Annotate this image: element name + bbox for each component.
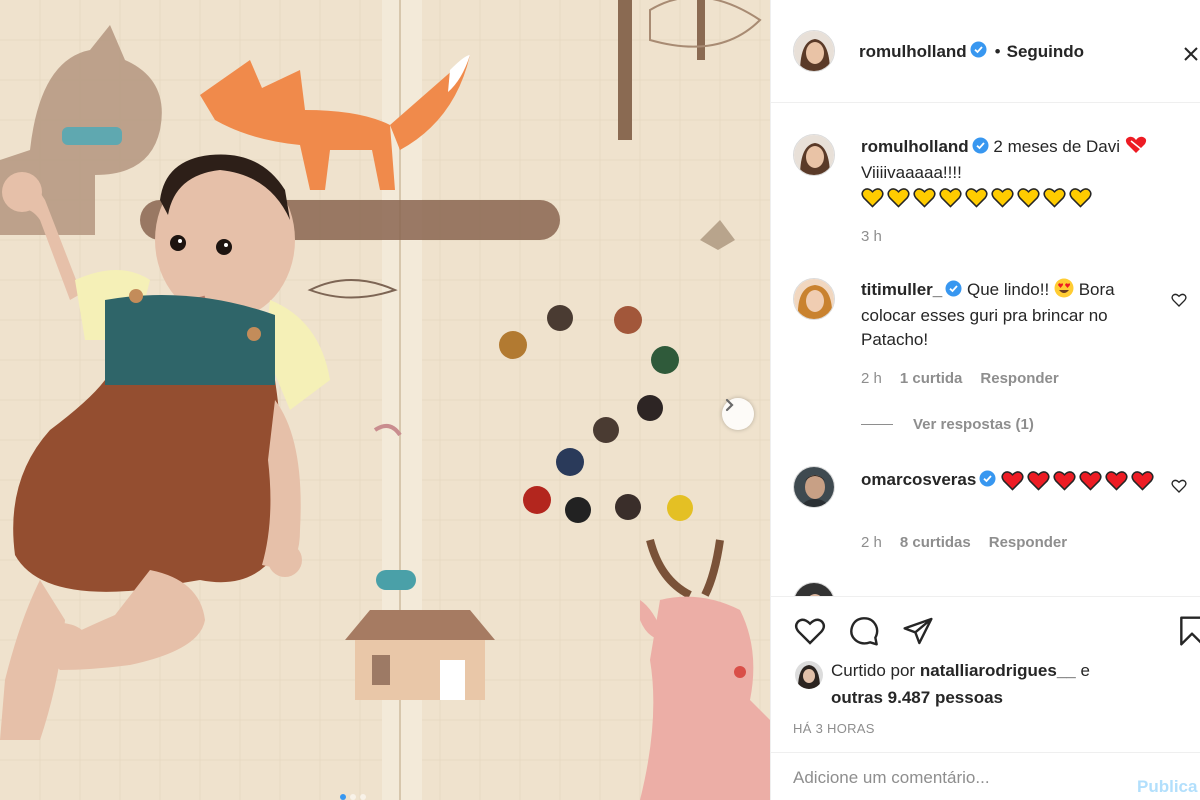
avatar-image bbox=[795, 661, 823, 689]
yellow-heart-emoji-icon bbox=[939, 188, 962, 208]
replies-divider bbox=[861, 424, 893, 425]
post-timestamp[interactable]: HÁ 3 HORAS bbox=[793, 721, 875, 736]
reply-button[interactable]: Responder bbox=[989, 534, 1067, 551]
yellow-heart-emoji-icon bbox=[913, 188, 936, 208]
publish-button[interactable]: Publica bbox=[1137, 777, 1197, 797]
red-heart-emoji-icon bbox=[1027, 471, 1050, 491]
chevron-right-icon bbox=[725, 398, 734, 412]
avatar-image bbox=[794, 583, 834, 596]
yellow-heart-emoji-icon bbox=[965, 188, 988, 208]
red-heart-emoji-icon bbox=[1001, 471, 1024, 491]
post-photo[interactable] bbox=[0, 0, 770, 800]
yellow-heart-emoji-icon bbox=[887, 188, 910, 208]
author-avatar[interactable] bbox=[793, 30, 835, 72]
heart-outline-icon bbox=[1171, 293, 1187, 307]
heart-eyes-emoji-icon bbox=[1054, 278, 1074, 298]
commenter-avatar[interactable] bbox=[793, 278, 835, 320]
speech-bubble-icon bbox=[850, 617, 879, 646]
red-hearts-emoji-row bbox=[1001, 470, 1154, 491]
red-heart-emoji-icon bbox=[1079, 471, 1102, 491]
yellow-heart-emoji-icon bbox=[861, 188, 884, 208]
like-button[interactable] bbox=[793, 615, 827, 652]
avatar-image bbox=[794, 279, 834, 319]
header-separator: • bbox=[994, 42, 1001, 61]
header-user-row: romulholland • Seguindo bbox=[859, 41, 1084, 63]
more-options-button[interactable] bbox=[1181, 44, 1200, 69]
comment-text: omarcosveras bbox=[861, 468, 1171, 494]
author-username[interactable]: romulholland bbox=[859, 42, 967, 62]
red-heart-emoji-icon bbox=[1053, 471, 1076, 491]
add-comment-bar: Publica bbox=[771, 752, 1200, 800]
bookmark-icon bbox=[1180, 616, 1200, 646]
comments-list: romulholland 2 meses de Davi Viiiivaaaaa… bbox=[771, 104, 1200, 596]
comment-time[interactable]: 2 h bbox=[861, 370, 882, 387]
caption-time[interactable]: 3 h bbox=[861, 228, 882, 245]
reply-button[interactable]: Responder bbox=[980, 370, 1058, 387]
baby-photo-illustration bbox=[0, 0, 770, 800]
verified-badge-icon bbox=[945, 280, 962, 304]
comment-body: Que lindo!! bbox=[966, 280, 1050, 299]
carousel-dot bbox=[360, 794, 366, 800]
view-replies-label: Ver respostas (1) bbox=[913, 416, 1034, 433]
yellow-heart-emoji-icon bbox=[1043, 188, 1066, 208]
heart-with-ribbon-icon bbox=[1125, 136, 1146, 153]
likes-conjunction: e bbox=[1080, 661, 1090, 680]
yellow-heart-emoji-icon bbox=[1069, 188, 1092, 208]
liker-avatar[interactable] bbox=[795, 661, 823, 689]
post-actions: Curtido por natalliarodrigues__ e outras… bbox=[771, 596, 1200, 752]
likes-prefix: Curtido por bbox=[831, 661, 916, 680]
view-replies-button[interactable]: Ver respostas (1) bbox=[861, 416, 1034, 433]
likes-others[interactable]: outras 9.487 pessoas bbox=[831, 688, 1003, 707]
verified-badge-icon bbox=[979, 470, 996, 494]
caption-text: romulholland 2 meses de Davi Viiiivaaaaa… bbox=[861, 135, 1171, 209]
comment-username[interactable]: omarcosveras bbox=[861, 470, 976, 489]
caption-meta: 3 h bbox=[861, 228, 882, 245]
avatar-image bbox=[794, 467, 834, 507]
post-header: romulholland • Seguindo bbox=[771, 0, 1200, 103]
likes-summary: Curtido por natalliarodrigues__ e outras… bbox=[831, 657, 1161, 711]
comment-username[interactable]: titimuller_ bbox=[861, 280, 942, 299]
verified-badge-icon bbox=[970, 41, 987, 63]
commenter-avatar[interactable] bbox=[793, 466, 835, 508]
carousel-dots bbox=[340, 794, 366, 800]
caption-username[interactable]: romulholland bbox=[861, 137, 969, 156]
comment-meta: 2 h 8 curtidas Responder bbox=[861, 534, 1067, 551]
comment-button[interactable] bbox=[847, 615, 881, 652]
comment-text: titimuller_ Que lindo!! Bora colocar ess… bbox=[861, 278, 1171, 352]
verified-badge-icon bbox=[972, 137, 989, 161]
yellow-heart-emoji-icon bbox=[991, 188, 1014, 208]
heart-outline-icon bbox=[1171, 479, 1187, 493]
commenter-avatar[interactable] bbox=[793, 582, 835, 596]
red-heart-emoji-icon bbox=[1131, 471, 1154, 491]
carousel-next-button[interactable] bbox=[722, 398, 754, 430]
red-heart-emoji-icon bbox=[1105, 471, 1128, 491]
following-button[interactable]: Seguindo bbox=[1007, 42, 1084, 62]
comment-input[interactable] bbox=[793, 763, 1113, 793]
like-comment-button[interactable] bbox=[1171, 478, 1187, 499]
like-comment-button[interactable] bbox=[1171, 292, 1187, 313]
avatar-image bbox=[794, 31, 834, 71]
yellow-hearts-emoji-row bbox=[861, 187, 1092, 208]
comment-likes[interactable]: 1 curtida bbox=[900, 370, 963, 387]
comment-time[interactable]: 2 h bbox=[861, 534, 882, 551]
paper-plane-icon bbox=[903, 617, 933, 645]
share-button[interactable] bbox=[901, 615, 935, 652]
caption-body: 2 meses de Davi bbox=[993, 137, 1121, 156]
comment-meta: 2 h 1 curtida Responder bbox=[861, 370, 1059, 387]
comment-likes[interactable]: 8 curtidas bbox=[900, 534, 971, 551]
carousel-dot bbox=[340, 794, 346, 800]
post-side-panel: romulholland • Seguindo romulholland 2 m… bbox=[770, 0, 1200, 800]
close-icon bbox=[1184, 47, 1198, 61]
caption-avatar[interactable] bbox=[793, 134, 835, 176]
carousel-dot bbox=[350, 794, 356, 800]
caption-body-line2: Viiiivaaaaa!!!! bbox=[861, 163, 962, 182]
heart-outline-icon bbox=[794, 618, 826, 645]
save-button[interactable] bbox=[1175, 615, 1200, 652]
liker-username[interactable]: natalliarodrigues__ bbox=[920, 661, 1076, 680]
yellow-heart-emoji-icon bbox=[1017, 188, 1040, 208]
avatar-image bbox=[794, 135, 834, 175]
